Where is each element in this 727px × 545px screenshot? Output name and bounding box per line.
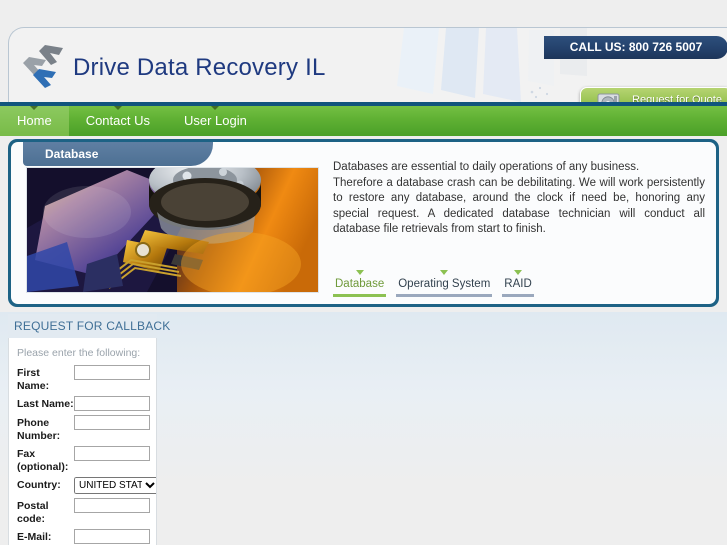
request-for-quote-button[interactable]: Request for Quote Data Recovery: [580, 87, 727, 103]
form-row-country: Country: UNITED STATES: [17, 477, 156, 494]
form-row-phone-number: Phone Number:: [17, 415, 150, 442]
chevron-down-icon: [113, 106, 122, 110]
chevron-down-icon: [211, 106, 220, 110]
form-row-fax: Fax (optional):: [17, 446, 150, 473]
last-name-input[interactable]: [74, 396, 150, 411]
email-input[interactable]: [74, 529, 150, 544]
subtab-operating-system[interactable]: Operating System: [396, 270, 493, 297]
main-content-panel: Database Databases are essential to dail…: [8, 139, 719, 307]
page-root: Drive Data Recovery IL CALL US: 800 726 …: [0, 0, 727, 545]
description-line-2: Therefore a database crash can be debili…: [333, 176, 705, 236]
section-description: Databases are essential to daily operati…: [333, 160, 705, 238]
postal-code-label: Postal code:: [17, 500, 49, 525]
callback-section-header: REQUEST FOR CALLBACK: [8, 314, 170, 338]
subtab-label: RAID: [504, 278, 532, 290]
nav-item-user-login[interactable]: User Login: [167, 106, 264, 136]
subtab-label: Database: [335, 278, 385, 290]
subtab-raid[interactable]: RAID: [502, 270, 534, 297]
nav-item-home[interactable]: Home: [0, 106, 69, 136]
fax-label: Fax (optional):: [17, 448, 69, 473]
last-name-label: Last Name:: [17, 398, 74, 410]
section-title-tab: Database: [23, 142, 213, 166]
primary-navigation: Home Contact Us User Login: [0, 102, 727, 136]
category-subtabs: Database Operating System RAID: [333, 270, 534, 297]
nav-item-label: Home: [17, 113, 52, 128]
country-select[interactable]: UNITED STATES: [74, 477, 156, 494]
chevron-down-icon: [30, 106, 39, 110]
first-name-label: First Name:: [17, 367, 50, 392]
first-name-input[interactable]: [74, 365, 150, 380]
nav-item-contact-us[interactable]: Contact Us: [69, 106, 167, 136]
form-row-first-name: First Name:: [17, 365, 150, 392]
email-label: E-Mail:: [17, 531, 52, 543]
form-row-last-name: Last Name:: [17, 396, 150, 411]
fax-input[interactable]: [74, 446, 150, 461]
page-title: Drive Data Recovery IL: [73, 54, 326, 81]
site-header: Drive Data Recovery IL CALL US: 800 726 …: [8, 27, 727, 103]
nav-bar: Home Contact Us User Login: [0, 106, 727, 136]
nav-item-label: User Login: [184, 113, 247, 128]
abstract-z-logo-icon: [23, 45, 63, 88]
form-row-email: E-Mail:: [17, 529, 150, 544]
description-line-1: Databases are essential to daily operati…: [333, 161, 640, 173]
hard-drive-photo: [26, 167, 319, 293]
nav-item-label: Contact Us: [85, 113, 150, 128]
phone-number-input[interactable]: [74, 415, 150, 430]
form-row-postal-code: Postal code:: [17, 498, 150, 525]
caret-down-icon: [514, 270, 523, 275]
callback-form: Please enter the following: First Name: …: [8, 338, 157, 545]
form-hint-text: Please enter the following:: [17, 347, 141, 359]
caret-down-icon: [355, 270, 364, 275]
subtab-label: Operating System: [398, 278, 491, 290]
country-label: Country:: [17, 479, 61, 491]
call-us-banner: CALL US: 800 726 5007: [544, 36, 727, 59]
subtab-database[interactable]: Database: [333, 270, 387, 297]
caret-down-icon: [440, 270, 449, 275]
main-content-inner: Database Databases are essential to dail…: [11, 142, 716, 304]
phone-number-label: Phone Number:: [17, 417, 61, 442]
postal-code-input[interactable]: [74, 498, 150, 513]
